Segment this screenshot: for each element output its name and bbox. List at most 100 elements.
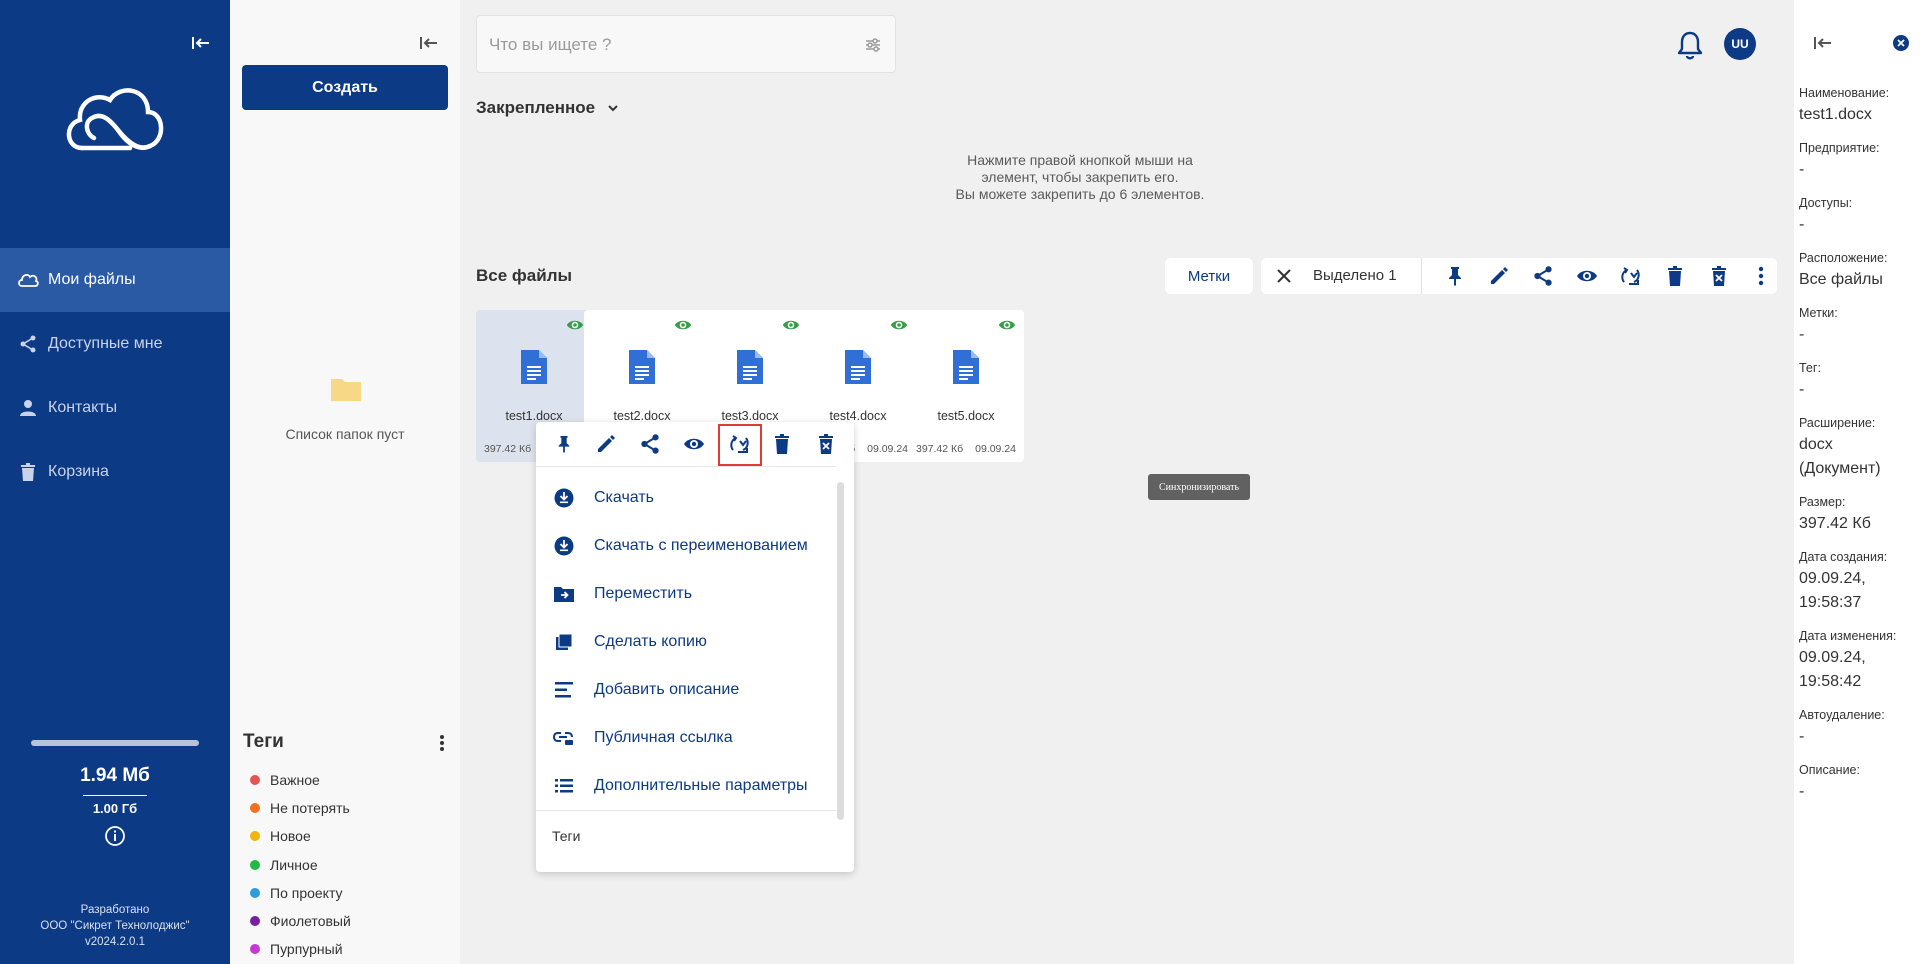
pin-icon[interactable] (552, 432, 576, 456)
delete-icon[interactable] (1663, 264, 1687, 288)
details-panel: Наименование: test1.docx Предприятие: - Дост… (1794, 0, 1920, 964)
context-menu-items: Скачать Скачать с переименованием Перемест… (536, 474, 836, 810)
info-icon[interactable] (104, 825, 126, 847)
nav-item-my-files[interactable]: Мои файлы (0, 248, 230, 312)
close-selection-icon[interactable] (1275, 267, 1293, 285)
detail-label: Расположение: (1799, 251, 1888, 265)
search-box (476, 15, 896, 73)
sync-icon[interactable] (1619, 264, 1643, 288)
eye-icon[interactable] (682, 432, 706, 456)
developer-company: ООО "Сикрет Технолоджис" (40, 920, 190, 932)
selected-count: Выделено 1 (1313, 267, 1397, 284)
eye-icon (998, 320, 1016, 330)
detail-value: - (1799, 381, 1805, 398)
file-size: 397.42 Кб (484, 443, 532, 455)
collapse-folders-icon[interactable] (418, 32, 440, 54)
delete-forever-icon[interactable] (1707, 264, 1731, 288)
person-icon (16, 396, 40, 420)
more-vertical-icon[interactable] (1749, 264, 1773, 288)
description-icon (552, 678, 576, 702)
context-menu-item[interactable]: Сделать копию (536, 618, 836, 666)
notifications-bell-icon[interactable] (1676, 30, 1704, 60)
file-date: 09.09.24 (975, 443, 1016, 455)
detail-label: Предприятие: (1799, 141, 1880, 155)
collapse-details-icon[interactable] (1812, 32, 1834, 54)
tag-item[interactable]: Пурпурный (250, 935, 351, 963)
tag-item[interactable]: Фиолетовый (250, 907, 351, 935)
tag-item[interactable]: Важное (250, 766, 351, 794)
context-menu-item[interactable]: Публичная ссылка (536, 714, 836, 762)
file-size: 397.42 Кб (916, 443, 964, 455)
file-name: test3.docx (721, 409, 779, 423)
user-avatar[interactable]: UU (1724, 28, 1756, 60)
search-input[interactable] (489, 32, 849, 58)
selection-toolbar: Выделено 1 (1261, 258, 1777, 294)
detail-value: Все файлы (1799, 271, 1883, 288)
pinned-hint: Нажмите правой кнопкой мыши на элемент, … (910, 152, 1250, 203)
detail-value: docx (Документ) (1799, 436, 1881, 477)
tag-item[interactable]: Личное (250, 851, 351, 879)
detail-label: Описание: (1799, 763, 1860, 777)
detail-label: Наименование: (1799, 86, 1890, 100)
filter-settings-icon[interactable] (863, 35, 883, 55)
tag-color-dot (250, 831, 260, 842)
copy-icon (552, 630, 576, 654)
app-version: v2024.2.0.1 (84, 936, 146, 948)
detail-label: Дата изменения: (1799, 629, 1897, 643)
document-icon (845, 350, 871, 384)
delete-forever-icon[interactable] (814, 432, 838, 456)
delete-icon[interactable] (770, 432, 794, 456)
detail-label: Тег: (1799, 361, 1821, 375)
list-icon (552, 774, 576, 798)
tag-item[interactable]: По проекту (250, 879, 351, 907)
eye-icon[interactable] (1575, 264, 1599, 288)
close-details-icon[interactable] (1892, 34, 1910, 52)
pinned-section-toggle[interactable]: Закрепленное (476, 98, 621, 118)
share-icon[interactable] (1531, 264, 1555, 288)
context-menu-item[interactable]: Переместить (536, 570, 836, 618)
tag-label: Личное (270, 856, 318, 873)
nav-item-trash[interactable]: Корзина (0, 440, 230, 504)
context-menu-item[interactable]: Добавить описание (536, 666, 836, 714)
detail-value: - (1799, 326, 1805, 343)
document-icon (953, 350, 979, 384)
tag-item[interactable]: Новое (250, 822, 351, 850)
collapse-sidebar-icon[interactable] (190, 32, 212, 54)
detail-label: Доступы: (1799, 196, 1853, 210)
context-menu-item[interactable]: Скачать с переименованием (536, 522, 836, 570)
detail-value: 397.42 Кб (1799, 515, 1871, 532)
more-vertical-icon[interactable] (434, 733, 450, 753)
file-context-menu: Скачать Скачать с переименованием Перемест… (536, 422, 854, 872)
nav-item-shared[interactable]: Доступные мне (0, 312, 230, 376)
create-button[interactable]: Создать (242, 65, 448, 110)
tag-color-dot (250, 916, 260, 927)
pinned-hint-line: Нажмите правой кнопкой мыши на (967, 152, 1193, 168)
tag-color-dot (250, 859, 260, 870)
context-menu-item[interactable]: Дополнительные параметры (536, 762, 836, 810)
context-menu-item-label: Публичная ссылка (594, 729, 733, 746)
edit-icon[interactable] (594, 432, 618, 456)
folder-icon (331, 379, 361, 401)
detail-value: - (1799, 783, 1805, 800)
cloud-icon (16, 268, 40, 292)
detail-value: - (1799, 216, 1805, 233)
tag-label: Фиолетовый (270, 913, 351, 930)
download-rename-icon (552, 534, 576, 558)
labels-button[interactable]: Метки (1165, 258, 1253, 294)
file-name: test2.docx (613, 409, 671, 423)
file-card[interactable]: test5.docx 397.42 Кб 09.09.24 (908, 310, 1024, 462)
folders-panel: Создать Список папок пуст Теги Важное Не … (230, 0, 460, 964)
context-menu-tags[interactable]: Теги (552, 828, 580, 844)
detail-value: test1.docx (1799, 106, 1872, 123)
share-icon[interactable] (638, 432, 662, 456)
nav-label: Корзина (48, 463, 109, 480)
context-menu-scrollbar[interactable] (837, 482, 844, 820)
tag-color-dot (250, 944, 260, 955)
detail-label: Дата создания: (1799, 550, 1888, 564)
tag-item[interactable]: Не потерять (250, 794, 351, 822)
edit-icon[interactable] (1487, 264, 1511, 288)
nav-item-contacts[interactable]: Контакты (0, 376, 230, 440)
pin-icon[interactable] (1443, 264, 1467, 288)
context-menu-item[interactable]: Скачать (536, 474, 836, 522)
pinned-hint-line: Вы можете закрепить до 6 элементов. (955, 186, 1205, 202)
